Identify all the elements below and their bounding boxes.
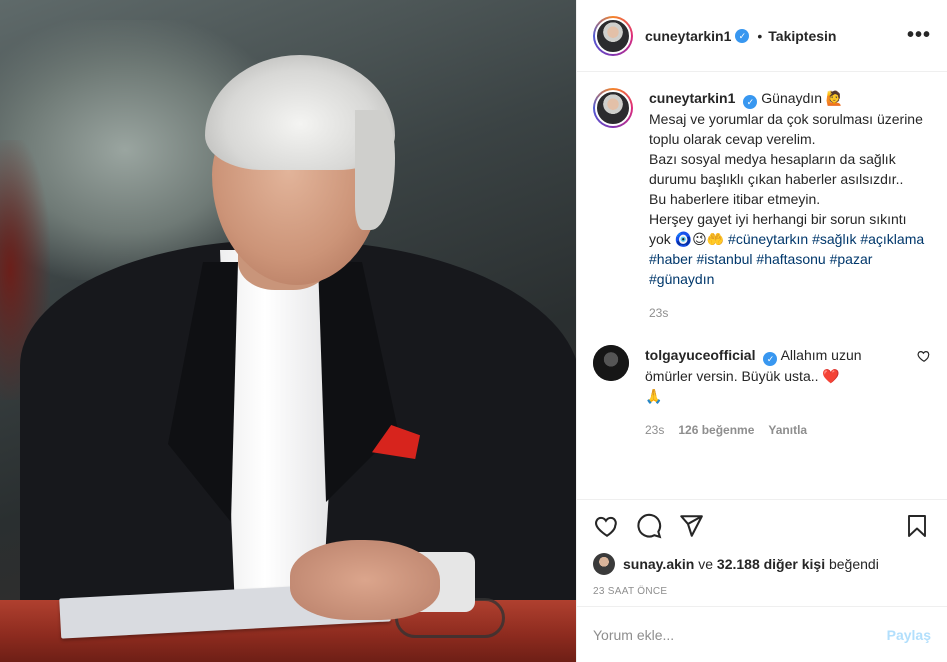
photo-hand (290, 540, 440, 620)
post-timestamp[interactable]: 23 SAAT ÖNCE (577, 576, 947, 606)
header-separator: • (757, 27, 763, 44)
post-header: cuneytarkin1 ✓ • Takiptesin ••• (577, 0, 947, 72)
author-avatar[interactable] (593, 15, 633, 56)
photo-hair-side (355, 110, 395, 230)
caption: cuneytarkin1 ✓ Günaydın 🙋 Mesaj ve yoruml… (593, 88, 931, 323)
commenter-avatar[interactable] (593, 345, 629, 381)
author-info: cuneytarkin1 ✓ • Takiptesin (645, 28, 836, 44)
comment-likes-count[interactable]: 126 beğenme (678, 420, 754, 440)
author-username[interactable]: cuneytarkin1 (645, 28, 731, 44)
commenter-username[interactable]: tolgayuceofficial (645, 347, 755, 363)
add-comment-bar: Paylaş (577, 606, 947, 662)
post-comment-button[interactable]: Paylaş (887, 627, 931, 643)
caption-body: cuneytarkin1 ✓ Günaydın 🙋 Mesaj ve yoruml… (649, 88, 931, 323)
heart-icon[interactable] (593, 512, 621, 540)
caption-author-avatar[interactable] (593, 88, 633, 128)
comment-icon[interactable] (635, 512, 663, 540)
comment-item: tolgayuceofficial ✓ Allahım uzun ömürler … (593, 345, 931, 440)
verified-badge-icon: ✓ (735, 28, 750, 43)
comments-area[interactable]: cuneytarkin1 ✓ Günaydın 🙋 Mesaj ve yoruml… (577, 72, 947, 500)
paper-plane-icon[interactable] (677, 512, 705, 540)
post-side-panel: cuneytarkin1 ✓ • Takiptesin ••• cuneytar… (576, 0, 947, 662)
instagram-post: cuneytarkin1 ✓ • Takiptesin ••• cuneytar… (0, 0, 947, 662)
caption-username[interactable]: cuneytarkin1 (649, 90, 735, 106)
caption-meta: 23s (649, 303, 931, 323)
reply-button[interactable]: Yanıtla (768, 420, 807, 440)
hashtag-link[interactable]: #günaydın (649, 271, 714, 287)
hashtag-link[interactable]: #pazar (830, 251, 873, 267)
action-bar (577, 500, 947, 552)
likes-summary: sunay.akin ve 32.188 diğer kişi beğendi (577, 552, 947, 576)
verified-badge-icon: ✓ (743, 95, 758, 109)
likes-text: sunay.akin ve 32.188 diğer kişi beğendi (623, 556, 879, 572)
comment-time[interactable]: 23s (645, 420, 664, 440)
verified-badge-icon: ✓ (763, 352, 778, 366)
likes-connector: ve (698, 556, 714, 572)
comment-meta: 23s 126 beğenme Yanıtla (645, 420, 909, 440)
hashtag-link[interactable]: #açıklama (860, 231, 924, 247)
comment-like-heart-icon[interactable] (917, 349, 931, 363)
hashtag-link[interactable]: #haftasonu (756, 251, 825, 267)
caption-text: Günaydın 🙋 Mesaj ve yorumlar da çok soru… (649, 90, 923, 247)
hashtag-link[interactable]: #haber (649, 251, 693, 267)
comment-input[interactable] (593, 626, 887, 643)
comment-body: tolgayuceofficial ✓ Allahım uzun ömürler … (645, 345, 909, 440)
likes-suffix: beğendi (828, 556, 879, 572)
more-horizontal-icon[interactable]: ••• (907, 24, 931, 47)
caption-time[interactable]: 23s (649, 303, 668, 323)
hashtag-link[interactable]: #sağlık (812, 231, 856, 247)
liker-avatar[interactable] (593, 553, 615, 575)
following-status-button[interactable]: Takiptesin (768, 28, 836, 44)
others-likes-link[interactable]: 32.188 diğer kişi (717, 556, 825, 572)
post-photo[interactable] (0, 0, 576, 662)
first-liker-username[interactable]: sunay.akin (623, 556, 694, 572)
hashtag-link[interactable]: #cüneytarkın (728, 231, 808, 247)
bookmark-icon[interactable] (903, 512, 931, 540)
hashtag-link[interactable]: #istanbul (696, 251, 752, 267)
